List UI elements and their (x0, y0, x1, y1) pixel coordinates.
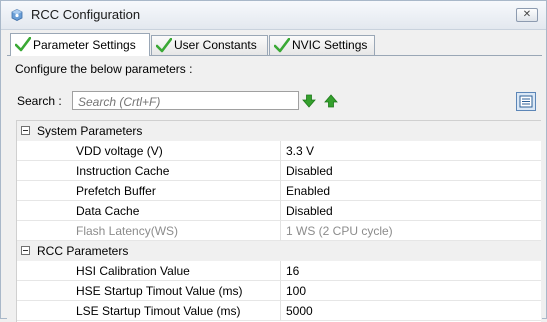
close-button[interactable]: ✕ (516, 8, 538, 22)
param-value[interactable]: 16 (286, 264, 299, 278)
param-value[interactable]: Enabled (286, 184, 330, 198)
green-check-icon (15, 37, 31, 52)
tab-nvic-settings[interactable]: NVIC Settings (269, 35, 375, 55)
parameter-settings-panel: Configure the below parameters : Search … (7, 55, 542, 322)
collapse-icon[interactable] (21, 126, 30, 135)
param-name: Instruction Cache (76, 164, 170, 178)
collapse-icon[interactable] (21, 246, 30, 255)
green-check-icon (156, 38, 172, 53)
tab-label: Parameter Settings (33, 38, 136, 52)
param-row-disabled: Flash Latency(WS) 1 WS (2 CPU cycle) (17, 221, 541, 241)
group-label: System Parameters (37, 124, 143, 138)
list-view-button[interactable] (516, 92, 536, 111)
instruction-text: Configure the below parameters : (15, 62, 193, 76)
param-row[interactable]: Prefetch Buffer Enabled (17, 181, 541, 201)
parameter-grid: System Parameters VDD voltage (V) 3.3 V … (16, 120, 541, 322)
rcc-configuration-dialog: RCC Configuration ✕ Parameter Settings U… (0, 0, 547, 322)
param-value[interactable]: Disabled (286, 164, 333, 178)
param-row[interactable]: Instruction Cache Disabled (17, 161, 541, 181)
tab-label: NVIC Settings (292, 38, 368, 52)
param-name: HSI Calibration Value (76, 264, 190, 278)
param-value[interactable]: 5000 (286, 304, 313, 318)
group-row-system-parameters[interactable]: System Parameters (17, 121, 541, 141)
param-value[interactable]: 3.3 V (286, 144, 314, 158)
green-arrow-down-icon[interactable] (302, 94, 316, 108)
search-label: Search : (17, 94, 62, 108)
param-name: Flash Latency(WS) (76, 224, 179, 238)
gear-cube-icon (11, 9, 23, 21)
param-name: LSE Startup Timout Value (ms) (76, 304, 241, 318)
group-label: RCC Parameters (37, 244, 129, 258)
param-row[interactable]: HSI Calibration Value 16 (17, 261, 541, 281)
list-view-icon (519, 95, 533, 108)
param-name: Prefetch Buffer (76, 184, 156, 198)
title-bar: RCC Configuration ✕ (1, 1, 546, 30)
param-value[interactable]: 100 (286, 284, 306, 298)
group-row-rcc-parameters[interactable]: RCC Parameters (17, 241, 541, 261)
param-row[interactable]: LSE Startup Timout Value (ms) 5000 (17, 301, 541, 321)
green-check-icon (274, 38, 290, 53)
param-name: HSE Startup Timout Value (ms) (76, 284, 243, 298)
param-row[interactable]: VDD voltage (V) 3.3 V (17, 141, 541, 161)
param-name: VDD voltage (V) (76, 144, 163, 158)
window-title: RCC Configuration (31, 7, 141, 22)
param-name: Data Cache (76, 204, 140, 218)
green-arrow-up-icon[interactable] (324, 94, 338, 108)
param-value: 1 WS (2 CPU cycle) (286, 224, 393, 238)
tab-parameter-settings[interactable]: Parameter Settings (10, 33, 150, 56)
tab-label: User Constants (174, 38, 257, 52)
param-row[interactable]: HSE Startup Timout Value (ms) 100 (17, 281, 541, 301)
tab-user-constants[interactable]: User Constants (151, 35, 268, 55)
param-value[interactable]: Disabled (286, 204, 333, 218)
param-row[interactable]: Data Cache Disabled (17, 201, 541, 221)
search-input[interactable] (72, 91, 299, 110)
